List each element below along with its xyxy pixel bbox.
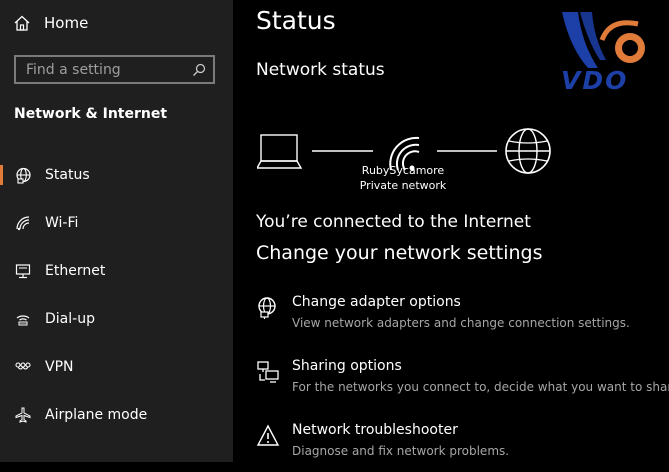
globe-status-icon [14,166,32,184]
change-settings-heading: Change your network settings [256,242,543,264]
option-title: Change adapter options [292,294,461,310]
network-troubleshooter[interactable]: Network troubleshooter Diagnose and fix … [256,422,669,472]
search-input[interactable]: Find a setting [14,55,215,84]
sidebar: Home Find a setting Network & Internet S… [0,0,233,462]
sharing-icon [257,361,279,383]
warning-icon [256,424,280,446]
home-link[interactable]: Home [14,10,88,36]
network-type: Private network [359,179,447,192]
adapter-icon [258,297,276,319]
sidebar-item-vpn[interactable]: VPN [0,352,233,382]
change-adapter-options[interactable]: Change adapter options View network adap… [256,294,669,344]
sharing-options[interactable]: Sharing options For the networks you con… [256,358,669,408]
sidebar-item-label: Airplane mode [45,407,148,423]
airplane-icon [14,406,32,424]
vpn-icon [14,358,32,376]
sidebar-item-label: Status [45,167,90,183]
home-label: Home [44,14,89,32]
option-desc: Diagnose and fix network problems. [292,444,510,458]
sidebar-item-airplane-mode[interactable]: Airplane mode [0,400,233,430]
page-title: Status [256,6,336,35]
section-title: Network & Internet [14,106,168,122]
connection-status-text: You’re connected to the Internet [256,212,531,232]
option-title: Network troubleshooter [292,422,458,438]
dialup-icon [14,310,32,328]
network-name: RubySycamore [361,164,445,177]
sidebar-item-label: Dial-up [45,311,95,327]
sidebar-item-label: Wi-Fi [45,215,79,231]
sidebar-item-label: Ethernet [45,263,106,279]
sidebar-item-status[interactable]: Status [0,160,233,190]
option-title: Sharing options [292,358,402,374]
wifi-icon [14,214,32,232]
option-desc: View network adapters and change connect… [292,316,630,330]
laptop-icon [257,134,303,169]
globe-internet-icon [505,128,551,174]
network-status-heading: Network status [256,60,385,80]
vdo-logo-text: VDO [561,66,629,95]
network-info: RubySycamore Private network [353,163,453,193]
sidebar-item-wifi[interactable]: Wi-Fi [0,208,233,238]
sidebar-item-dialup[interactable]: Dial-up [0,304,233,334]
ethernet-icon [14,262,32,280]
search-placeholder: Find a setting [26,62,121,78]
home-icon [14,15,30,31]
active-indicator [0,165,3,185]
sidebar-item-label: VPN [45,359,74,375]
search-icon[interactable] [192,63,206,77]
sidebar-item-ethernet[interactable]: Ethernet [0,256,233,286]
option-desc: For the networks you connect to, decide … [292,380,669,394]
